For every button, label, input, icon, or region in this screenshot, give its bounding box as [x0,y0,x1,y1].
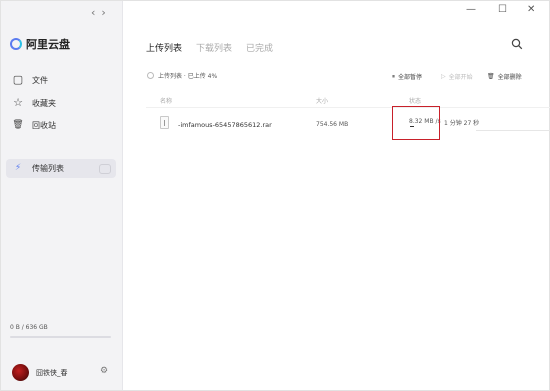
time-remaining: 1 分钟 27 秒 [444,120,480,127]
column-header-size: 大小 [316,98,329,105]
file-name: -imfamous-65457865612.rar [178,121,272,129]
forward-arrow-icon[interactable]: › [101,6,111,19]
speed-highlight-annotation [392,106,440,140]
transfer-icon: ⚡ [14,163,22,173]
column-header-status: 状态 [409,98,422,105]
sidebar-item-transfers[interactable]: ⚡ 传输列表 [12,162,64,174]
start-all-button[interactable]: ▷ 全部开始 [441,72,473,81]
file-size: 754.56 MB [316,121,349,128]
header-divider [146,107,550,108]
avatar[interactable] [12,364,29,381]
sidebar-item-files[interactable]: ▢ 文件 [12,74,48,86]
storage-usage-text: 0 B / 636 GB [10,324,48,331]
pause-all-label: 全部暂停 [398,74,423,81]
username: 囧铁侠_春 [36,369,68,377]
delete-all-label: 全部删除 [497,74,522,81]
app-logo: 阿里云盘 [10,36,70,52]
maximize-button[interactable]: ☐ [498,4,507,15]
app-name: 阿里云盘 [26,38,70,51]
transfer-tabs: 上传列表 下载列表 已完成 [146,41,273,54]
sidebar [1,1,123,390]
tab-completed[interactable]: 已完成 [246,41,273,54]
minimize-button[interactable]: — [466,4,476,15]
star-icon: ☆ [13,96,23,109]
column-header-name: 名称 [160,98,173,105]
sidebar-item-label: 传输列表 [32,163,64,173]
cloud-logo-icon [10,38,22,50]
sidebar-item-favorites[interactable]: ☆ 收藏夹 [12,97,56,109]
trash-icon: 🗑 [12,120,24,130]
select-all-checkbox[interactable] [147,72,154,79]
row-divider [476,130,550,131]
sidebar-item-label: 文件 [32,75,48,85]
search-icon[interactable] [511,38,523,53]
nav-arrows: ‹› [91,6,112,19]
sidebar-item-trash[interactable]: 🗑 回收站 [12,119,56,131]
start-all-label: 全部开始 [448,74,473,81]
select-all-row: 上传列表 · 已上传 4% [147,71,217,80]
upload-progress-summary: 上传列表 · 已上传 4% [158,73,218,80]
transfer-count-badge [99,164,111,174]
play-icon: ▷ [441,73,446,80]
storage-bar [10,336,111,338]
file-icon: ▢ [12,73,24,86]
pause-icon: ⏸ [392,72,396,80]
sidebar-item-label: 回收站 [32,120,56,130]
back-arrow-icon[interactable]: ‹ [91,6,101,19]
archive-file-icon [160,116,169,129]
trash-icon: 🗑 [487,73,495,80]
sidebar-item-label: 收藏夹 [32,98,56,108]
tab-uploads[interactable]: 上传列表 [146,41,182,54]
pause-all-button[interactable]: ⏸ 全部暂停 [392,72,423,82]
tab-downloads[interactable]: 下载列表 [196,41,232,54]
gear-icon[interactable]: ⚙ [100,366,108,376]
delete-all-button[interactable]: 🗑 全部删除 [487,72,522,81]
close-button[interactable]: ✕ [527,4,535,15]
